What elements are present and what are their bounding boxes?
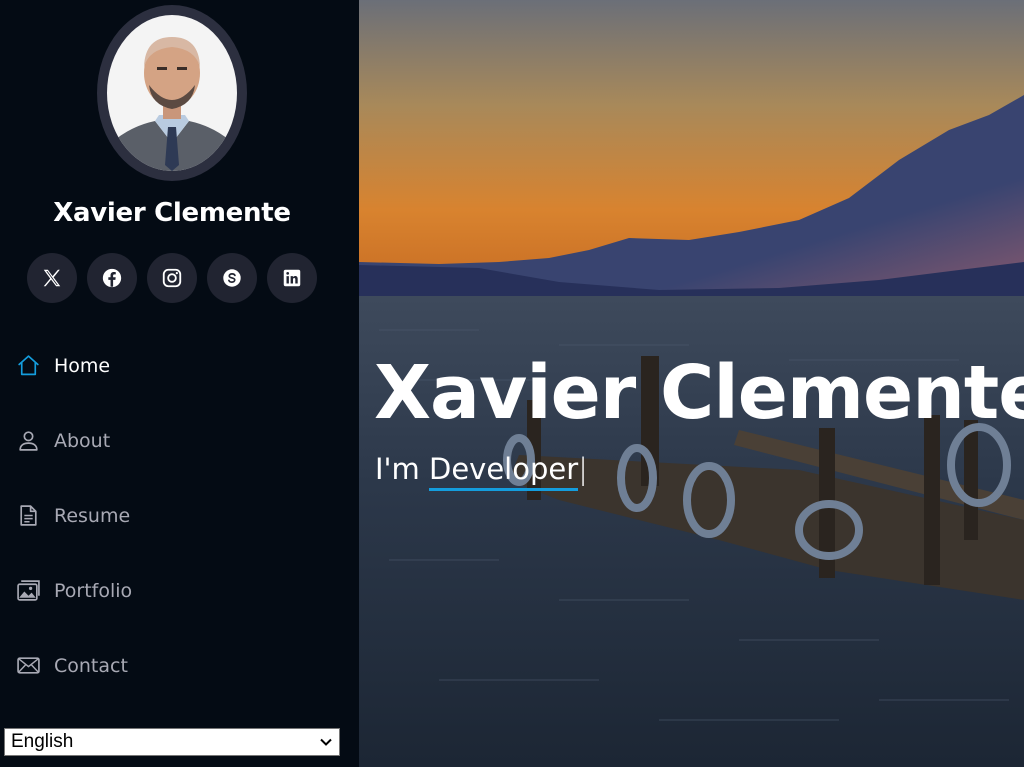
avatar [97,5,247,181]
envelope-icon [17,657,40,674]
hero-section: Xavier Clemente I'm Developer| [359,0,1024,767]
x-twitter-icon [43,269,61,287]
instagram-icon [162,268,182,288]
typed-role: Developer [429,452,579,491]
facebook-button[interactable] [87,253,137,303]
x-twitter-button[interactable] [27,253,77,303]
hero-title: Xavier Clemente [374,350,1024,436]
skype-button[interactable] [207,253,257,303]
file-icon [20,505,37,526]
nav-label-resume: Resume [54,504,131,527]
linkedin-button[interactable] [267,253,317,303]
sidebar: Xavier Clemente Home About Resume Portfo… [0,0,359,767]
facebook-icon [102,268,122,288]
nav-label-about: About [54,429,111,452]
hero-subtitle: I'm Developer| [375,452,588,491]
nav-item-about[interactable]: About [0,403,359,478]
skype-icon [223,269,241,287]
nav-label-contact: Contact [54,654,128,677]
nav-label-portfolio: Portfolio [54,579,133,602]
profile-name: Xavier Clemente [53,198,291,228]
nav-item-resume[interactable]: Resume [0,478,359,553]
typed-cursor: | [578,452,588,486]
language-select-value: English [11,731,74,752]
nav-item-contact[interactable]: Contact [0,628,359,703]
language-select[interactable]: English [4,728,340,756]
hero-prefix: I'm [375,452,420,486]
nav-item-portfolio[interactable]: Portfolio [0,553,359,628]
main-nav: Home About Resume Portfolio Contact [0,328,359,703]
person-icon [19,431,38,451]
instagram-button[interactable] [147,253,197,303]
nav-label-home: Home [54,354,111,377]
linkedin-icon [283,269,301,287]
profile-photo [107,15,237,171]
chevron-down-icon [320,738,332,746]
nav-item-home[interactable]: Home [0,328,359,403]
home-icon [18,355,39,376]
images-icon [17,580,40,601]
social-links [27,253,317,303]
